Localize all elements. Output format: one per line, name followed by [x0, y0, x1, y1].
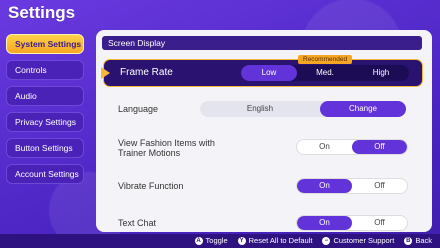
fashion-toggle[interactable]: On Off [296, 139, 408, 155]
fashion-on-option[interactable]: On [297, 140, 352, 154]
hint-back[interactable]: B Back [404, 234, 432, 248]
text-chat-label: Text Chat [118, 218, 157, 228]
frame-rate-label: Frame Rate [120, 67, 173, 78]
text-chat-on-option[interactable]: On [297, 216, 352, 230]
minus-button-icon: − [322, 237, 331, 245]
a-button-icon: A [194, 237, 203, 245]
fashion-off-option[interactable]: Off [352, 140, 407, 154]
language-value: English [246, 104, 274, 113]
hint-reset[interactable]: Y Reset All to Default [237, 234, 313, 248]
language-label: Language [118, 104, 159, 114]
hint-reset-label: Reset All to Default [248, 236, 313, 245]
hint-toggle-label: Toggle [205, 236, 228, 245]
hint-back-label: Back [415, 236, 432, 245]
vibrate-label: Vibrate Function [118, 181, 184, 191]
fashion-label-line2: Trainer Motions [118, 148, 181, 158]
sidebar-item-account-settings[interactable]: Account Settings [6, 164, 84, 184]
y-button-icon: Y [237, 237, 246, 245]
recommended-badge: Recommended [298, 55, 353, 64]
fashion-label: View Fashion Items with Trainer Motions [104, 138, 215, 158]
vibrate-off-option[interactable]: Off [352, 179, 407, 193]
hint-support[interactable]: − Customer Support [322, 234, 394, 248]
hint-support-label: Customer Support [333, 236, 395, 245]
page-title: Settings [8, 3, 76, 22]
selection-cursor-icon [101, 67, 110, 79]
sidebar-item-button-settings[interactable]: Button Settings [6, 138, 84, 158]
sidebar-item-controls[interactable]: Controls [6, 60, 84, 80]
fashion-label-line1: View Fashion Items with [118, 138, 215, 148]
change-language-button[interactable]: Change [320, 101, 406, 117]
sidebar-item-audio[interactable]: Audio [6, 86, 84, 106]
text-chat-toggle[interactable]: On Off [296, 215, 408, 231]
settings-panel: Screen Display Frame Rate Recommended Lo… [96, 30, 432, 232]
frame-rate-selector[interactable]: Low Med. High [241, 65, 409, 81]
b-button-icon: B [404, 237, 413, 245]
frame-rate-low[interactable]: Low [241, 65, 297, 81]
frame-rate-high[interactable]: High [353, 65, 409, 81]
text-chat-off-option[interactable]: Off [352, 216, 407, 230]
sidebar-item-privacy-settings[interactable]: Privacy Settings [6, 112, 84, 132]
frame-rate-med[interactable]: Med. [297, 65, 353, 81]
hint-toggle[interactable]: A Toggle [194, 234, 228, 248]
section-header: Screen Display [102, 36, 422, 50]
button-hints-bar: A Toggle Y Reset All to Default − Custom… [0, 234, 440, 248]
vibrate-toggle[interactable]: On Off [296, 178, 408, 194]
sidebar: System Settings Controls Audio Privacy S… [6, 34, 84, 190]
language-control: English Change [200, 101, 406, 117]
sidebar-item-system-settings[interactable]: System Settings [6, 34, 84, 54]
vibrate-on-option[interactable]: On [297, 179, 352, 193]
